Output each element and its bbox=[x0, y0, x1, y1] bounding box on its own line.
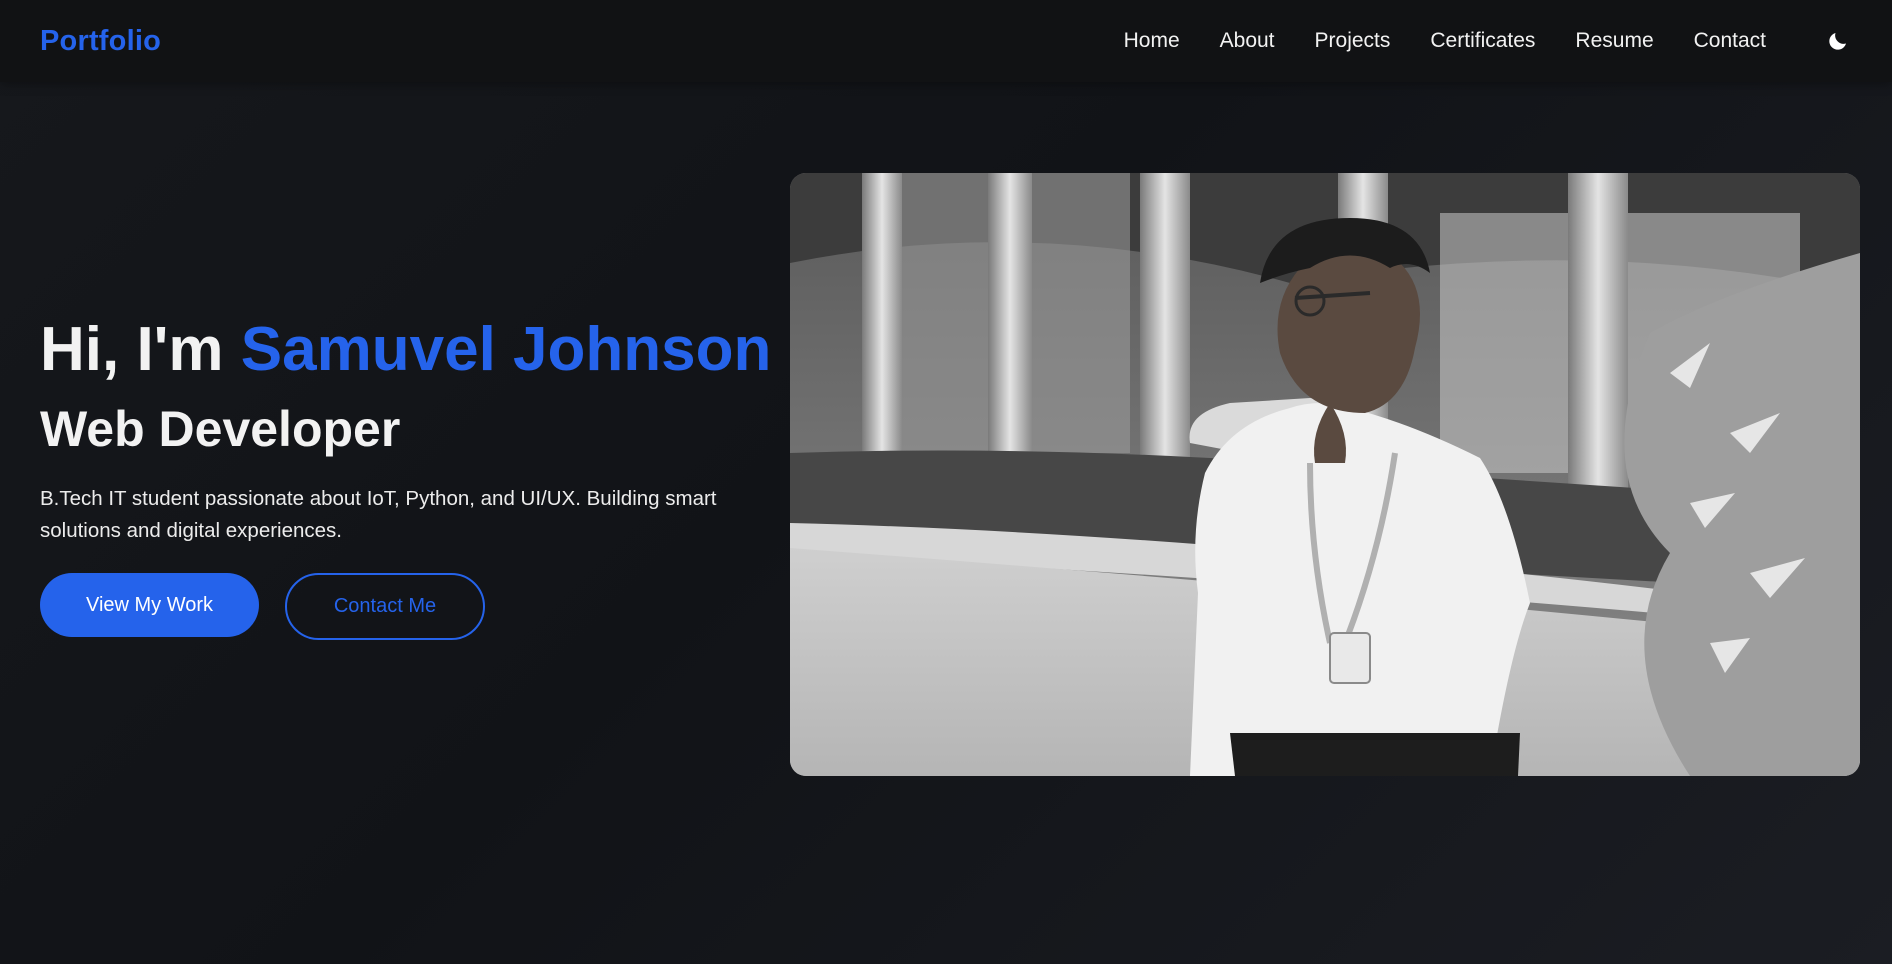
nav-link-home[interactable]: Home bbox=[1124, 29, 1180, 53]
nav-link-resume[interactable]: Resume bbox=[1575, 29, 1653, 53]
nav-link-about[interactable]: About bbox=[1220, 29, 1275, 53]
profile-photo bbox=[790, 173, 1860, 776]
contact-me-button[interactable]: Contact Me bbox=[285, 573, 485, 641]
nav-link-projects[interactable]: Projects bbox=[1315, 29, 1391, 53]
nav-links: Home About Projects Certificates Resume … bbox=[1084, 27, 1852, 55]
hero-role: Web Developer bbox=[40, 401, 401, 458]
profile-photo-illustration bbox=[790, 173, 1860, 776]
nav-link-certificates[interactable]: Certificates bbox=[1430, 29, 1535, 53]
greeting-prefix: Hi, I'm bbox=[40, 315, 241, 384]
hero-actions: View My Work Contact Me bbox=[40, 573, 800, 641]
theme-toggle-button[interactable] bbox=[1824, 27, 1852, 55]
hero-bio: B.Tech IT student passionate about IoT, … bbox=[40, 487, 717, 543]
hero-section: Hi, I'm Samuvel Johnson Web Developer B.… bbox=[40, 315, 800, 641]
hero-name: Samuvel Johnson bbox=[240, 315, 772, 384]
nav-link-contact[interactable]: Contact bbox=[1694, 29, 1766, 53]
navbar: Portfolio Home About Projects Certificat… bbox=[0, 0, 1892, 82]
view-my-work-button[interactable]: View My Work bbox=[40, 573, 259, 638]
hero-heading: Hi, I'm Samuvel Johnson bbox=[40, 315, 800, 384]
moon-icon bbox=[1829, 33, 1846, 50]
logo[interactable]: Portfolio bbox=[40, 25, 161, 58]
